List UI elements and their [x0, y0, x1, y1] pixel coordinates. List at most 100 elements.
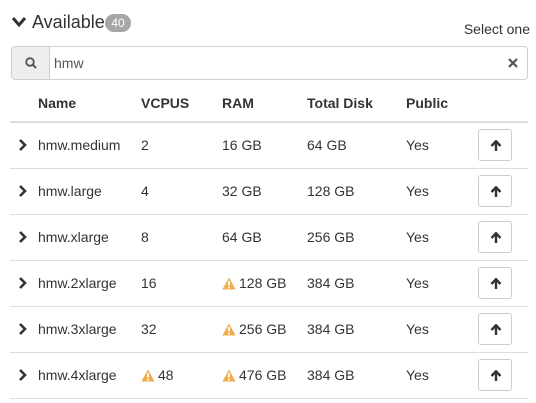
search-icon	[25, 57, 37, 69]
flavor-name: hmw.large	[38, 168, 141, 215]
total-disk-value: 384 GB	[307, 260, 406, 307]
public-value: Yes	[406, 260, 478, 307]
flavor-name: hmw.4xlarge	[38, 352, 141, 399]
col-header-ram[interactable]: RAM	[222, 84, 307, 123]
col-header-public[interactable]: Public	[406, 84, 478, 123]
vcpus-cell: 2	[141, 122, 222, 169]
public-value: Yes	[406, 168, 478, 215]
vcpus-cell: 32	[141, 306, 222, 353]
allocate-button[interactable]	[478, 175, 512, 207]
chevron-right-icon[interactable]	[18, 231, 27, 243]
allocate-button[interactable]	[478, 359, 512, 391]
expand-cell[interactable]	[10, 260, 38, 307]
public-value: Yes	[406, 214, 478, 261]
expand-cell[interactable]	[10, 122, 38, 169]
ram-cell: 64 GB	[222, 214, 307, 261]
warning-icon	[222, 369, 236, 382]
vcpus-value: 4	[141, 183, 149, 199]
table-header-row: Name VCPUS RAM Total Disk Public	[10, 84, 528, 123]
chevron-right-icon[interactable]	[18, 323, 27, 335]
total-disk-value: 64 GB	[307, 122, 406, 169]
col-header-total-disk[interactable]: Total Disk	[307, 84, 406, 123]
allocate-button[interactable]	[478, 267, 512, 299]
total-disk-value: 256 GB	[307, 214, 406, 261]
vcpus-cell: 8	[141, 214, 222, 261]
search-bar	[11, 46, 528, 80]
public-value: Yes	[406, 306, 478, 353]
table-row: hmw.4xlarge 48 476 GB 384 GB Yes	[10, 352, 528, 399]
public-value: Yes	[406, 122, 478, 169]
total-disk-value: 384 GB	[307, 352, 406, 399]
flavors-table: Name VCPUS RAM Total Disk Public hmw.med…	[10, 84, 528, 399]
vcpus-value: 16	[141, 275, 157, 291]
action-cell	[478, 214, 528, 261]
chevron-down-icon[interactable]	[11, 16, 27, 28]
ram-cell: 16 GB	[222, 122, 307, 169]
ram-cell: 476 GB	[222, 352, 307, 399]
vcpus-value: 48	[158, 367, 174, 383]
flavor-name: hmw.xlarge	[38, 214, 141, 261]
action-cell	[478, 306, 528, 353]
ram-cell: 256 GB	[222, 306, 307, 353]
expand-cell[interactable]	[10, 306, 38, 353]
arrow-up-icon	[490, 324, 502, 335]
arrow-up-icon	[490, 140, 502, 152]
chevron-right-icon[interactable]	[18, 369, 27, 381]
table-row: hmw.medium 2 16 GB 64 GB Yes	[10, 122, 528, 169]
vcpus-value: 2	[141, 137, 149, 154]
warning-icon	[222, 277, 236, 290]
allocate-button[interactable]	[478, 221, 512, 253]
vcpus-value: 8	[141, 229, 149, 245]
action-cell	[478, 168, 528, 215]
search-input[interactable]	[50, 47, 500, 79]
table-row: hmw.3xlarge 32 256 GB 384 GB Yes	[10, 306, 528, 353]
public-value: Yes	[406, 352, 478, 399]
ram-value: 32 GB	[222, 183, 262, 199]
ram-cell: 32 GB	[222, 168, 307, 215]
vcpus-cell: 4	[141, 168, 222, 215]
col-header-vcpus[interactable]: VCPUS	[141, 84, 222, 123]
count-badge: 40	[105, 14, 131, 32]
col-actions	[478, 84, 528, 123]
available-section-header: Available 40 Select one	[10, 8, 530, 38]
search-addon	[12, 47, 50, 79]
table-row: hmw.2xlarge 16 128 GB 384 GB Yes	[10, 260, 528, 307]
allocate-button[interactable]	[478, 313, 512, 345]
vcpus-cell: 48	[141, 352, 222, 399]
arrow-up-icon	[490, 370, 502, 381]
col-expand	[10, 84, 38, 123]
ram-value: 128 GB	[239, 275, 287, 291]
action-cell	[478, 352, 528, 399]
allocate-button[interactable]	[478, 129, 512, 162]
expand-cell[interactable]	[10, 168, 38, 215]
arrow-up-icon	[490, 186, 502, 197]
arrow-up-icon	[490, 278, 502, 289]
section-title: Available	[32, 12, 105, 32]
ram-value: 64 GB	[222, 229, 262, 245]
expand-cell[interactable]	[10, 214, 38, 261]
chevron-right-icon[interactable]	[18, 139, 27, 152]
vcpus-cell: 16	[141, 260, 222, 307]
chevron-right-icon[interactable]	[18, 277, 27, 289]
ram-value: 476 GB	[239, 367, 287, 383]
ram-value: 256 GB	[239, 321, 287, 337]
vcpus-value: 32	[141, 321, 157, 337]
total-disk-value: 384 GB	[307, 306, 406, 353]
table-row: hmw.xlarge 8 64 GB 256 GB Yes	[10, 214, 528, 261]
arrow-up-icon	[490, 232, 502, 243]
action-cell	[478, 260, 528, 307]
chevron-right-icon[interactable]	[18, 185, 27, 197]
flavor-name: hmw.3xlarge	[38, 306, 141, 353]
ram-value: 16 GB	[222, 137, 262, 154]
warning-icon	[222, 323, 236, 336]
flavor-name: hmw.2xlarge	[38, 260, 141, 307]
col-header-name[interactable]: Name	[38, 84, 141, 123]
expand-cell[interactable]	[10, 352, 38, 399]
total-disk-value: 128 GB	[307, 168, 406, 215]
warning-icon	[141, 369, 155, 382]
select-hint: Select one	[463, 21, 530, 37]
action-cell	[478, 122, 528, 169]
close-icon[interactable]	[507, 57, 519, 69]
ram-cell: 128 GB	[222, 260, 307, 307]
flavor-name: hmw.medium	[38, 122, 141, 169]
